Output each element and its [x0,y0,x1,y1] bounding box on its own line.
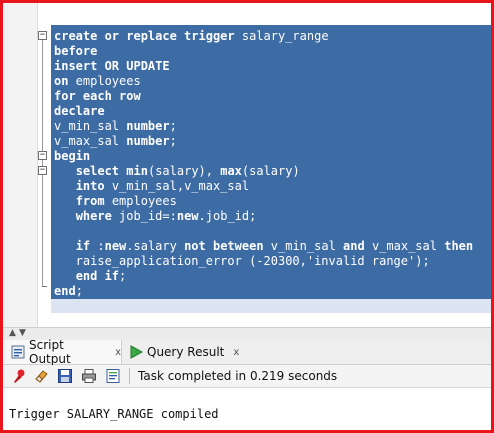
code-line: if :new.salary not between v_min_sal and… [75,239,474,253]
tab-label: Query Result [147,345,225,359]
fold-toggle-icon[interactable]: − [38,166,47,175]
pin-icon[interactable] [11,368,27,384]
tab-label: Script Output [29,338,71,366]
code-line: select min(salary), max(salary) [75,164,300,178]
code-line: end if; [75,269,127,283]
fold-toggle-icon[interactable]: − [38,31,47,40]
tab-query-result[interactable]: Query Result x [129,340,249,364]
code-line: where job_id=:new.job_id; [75,209,257,223]
code-line: begin [54,149,91,163]
code-line: v_max_sal number; [54,134,177,148]
code-line: for each row [54,89,141,103]
code-line: from employees [75,194,177,208]
script-output-pane[interactable]: Trigger SALARY_RANGE compiled [3,388,491,430]
code-line: into v_min_sal,v_max_sal [75,179,250,193]
line-gutter [3,3,37,327]
close-tab-icon[interactable]: x [115,347,121,358]
output-message: Trigger SALARY_RANGE compiled [9,407,219,421]
code-line: raise_application_error (-20300,'invalid… [54,254,430,268]
close-tab-icon[interactable]: x [233,347,239,358]
tab-script-output[interactable]: Script Output x [3,338,122,366]
script-file-icon[interactable] [105,368,121,384]
task-status: Task completed in 0.219 seconds [138,369,338,383]
code-line: declare [54,104,105,118]
code-line: end; [54,284,83,298]
code-line: create or replace trigger salary_range [54,29,329,43]
code-editor[interactable]: − − − create or replace trigger salary_r… [3,3,491,327]
code-line: on employees [54,74,141,88]
code-text[interactable]: create or replace trigger salary_range be… [54,29,473,299]
code-line: before [54,44,98,58]
code-line: v_min_sal number; [54,119,177,133]
output-toolbar: Task completed in 0.219 seconds [3,365,491,388]
sql-worksheet-window: − − − create or replace trigger salary_r… [0,0,494,433]
script-output-icon [11,345,25,359]
save-icon[interactable] [57,368,73,384]
collapse-down-icon[interactable]: ▼ [19,329,26,338]
collapse-up-icon[interactable]: ▲ [9,329,16,338]
query-result-play-icon [129,345,144,359]
output-tabbar: Script Output x Query Result x [3,338,491,366]
code-line: insert OR UPDATE [54,59,170,73]
text-selection-tail [51,299,491,313]
fold-toggle-icon[interactable]: − [38,151,47,160]
eraser-icon[interactable] [33,368,49,384]
print-icon[interactable] [81,368,97,384]
